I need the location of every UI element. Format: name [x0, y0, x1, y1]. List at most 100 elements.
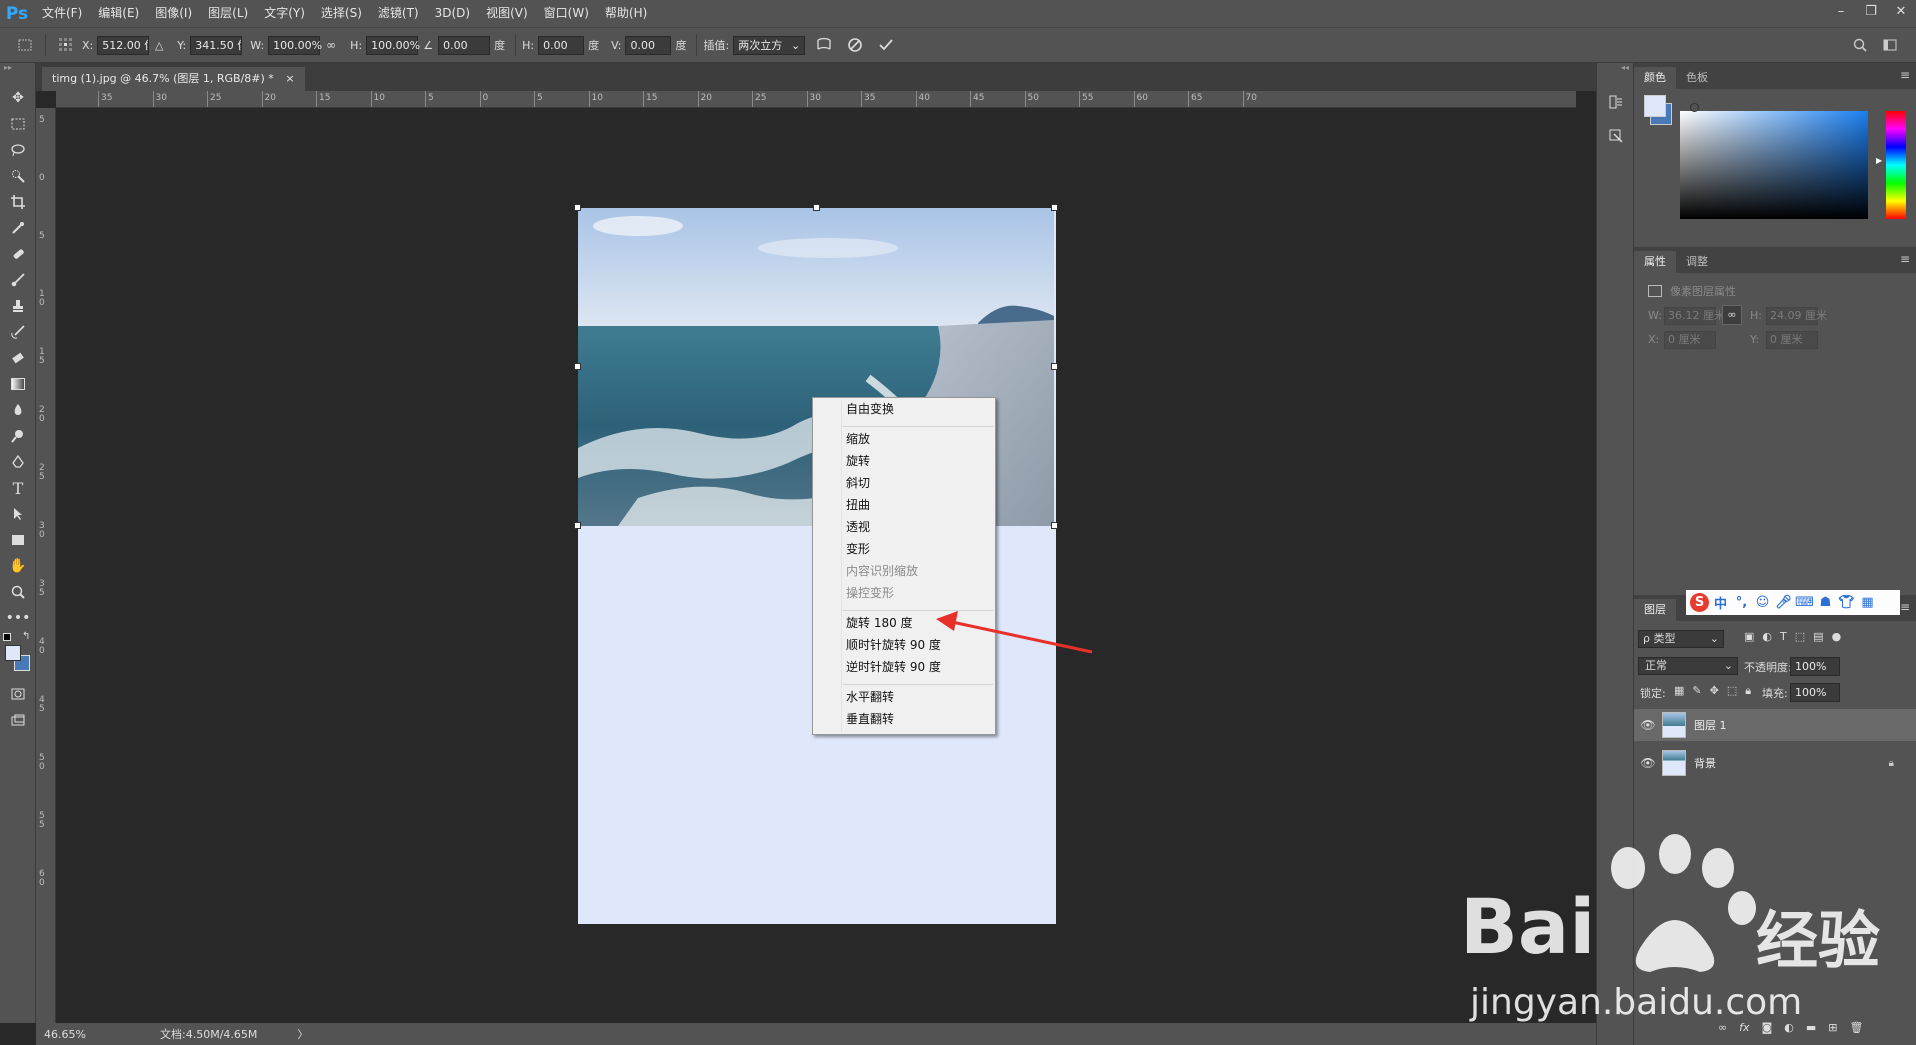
menu-image[interactable]: 图像(I)	[147, 0, 200, 27]
menu-help[interactable]: 帮助(H)	[597, 0, 655, 27]
sogou-logo-icon[interactable]: S	[1690, 593, 1709, 612]
blend-mode-select[interactable]: 正常 ⌄	[1638, 657, 1738, 675]
filter-pixel-icon[interactable]: ▣	[1744, 630, 1754, 643]
tab-swatches[interactable]: 色板	[1676, 67, 1718, 89]
delta-icon[interactable]: △	[152, 34, 166, 56]
marquee-tool-icon[interactable]	[0, 111, 36, 137]
interp-select[interactable]: 两次立方 ⌄	[733, 35, 806, 55]
filter-type-icon[interactable]: T	[1780, 630, 1787, 643]
props-w-field[interactable]: 36.12 厘米	[1664, 307, 1725, 325]
move-tool-icon[interactable]: ✥	[0, 85, 36, 111]
healing-brush-icon[interactable]	[0, 241, 36, 267]
menu-type[interactable]: 文字(Y)	[256, 0, 313, 27]
ime-language-toggle[interactable]: 中	[1711, 593, 1730, 612]
menu-filter[interactable]: 滤镜(T)	[370, 0, 427, 27]
panel-menu-icon[interactable]: ≡	[1900, 600, 1910, 614]
quick-select-icon[interactable]	[0, 163, 36, 189]
props-x-field[interactable]: 0 厘米	[1664, 331, 1716, 349]
more-tools-icon[interactable]: •••	[0, 605, 36, 631]
w-field[interactable]: 100.00%	[268, 35, 322, 55]
props-h-field[interactable]: 24.09 厘米	[1766, 307, 1827, 325]
dodge-tool-icon[interactable]	[0, 423, 36, 449]
visibility-eye-icon[interactable]: 👁︎	[1634, 756, 1662, 770]
microphone-icon[interactable]: 🎤︎	[1774, 593, 1793, 612]
tab-color[interactable]: 颜色	[1634, 67, 1676, 89]
menu-file[interactable]: 文件(F)	[34, 0, 90, 27]
swap-colors-icon[interactable]: ↰	[22, 631, 30, 642]
close-tab-icon[interactable]: ×	[285, 72, 294, 85]
layer-row[interactable]: 👁︎ 背景 🔒︎	[1634, 747, 1916, 779]
tab-properties[interactable]: 属性	[1634, 251, 1676, 273]
color-picker-field[interactable]	[1680, 111, 1868, 219]
opacity-field[interactable]: 100%	[1790, 657, 1840, 676]
menu-layer[interactable]: 图层(L)	[200, 0, 256, 27]
panel-fg-swatch[interactable]	[1644, 95, 1666, 117]
y-field[interactable]: 341.50 像素	[190, 35, 243, 55]
zoom-level[interactable]: 46.65%	[36, 1028, 116, 1041]
lock-pixels-icon[interactable]: ✎	[1692, 684, 1701, 698]
props-y-field[interactable]: 0 厘米	[1766, 331, 1818, 349]
layer-row[interactable]: 👁︎ 图层 1	[1634, 709, 1916, 741]
link-icon[interactable]: ∞	[323, 34, 339, 56]
minimize-icon[interactable]: –	[1826, 0, 1856, 24]
panel-menu-icon[interactable]: ≡	[1900, 252, 1910, 266]
tab-layers[interactable]: 图层	[1634, 599, 1676, 621]
punctuation-icon[interactable]: °,	[1732, 593, 1751, 612]
menu-edit[interactable]: 编辑(E)	[90, 0, 147, 27]
keyboard-icon[interactable]: ⌨	[1795, 593, 1814, 612]
gradient-tool-icon[interactable]	[0, 371, 36, 397]
skin-icon[interactable]: ☗	[1816, 593, 1835, 612]
filter-smart-icon[interactable]: ▤	[1813, 630, 1823, 643]
path-select-icon[interactable]	[0, 501, 36, 527]
screen-mode-icon[interactable]	[0, 707, 36, 733]
emoji-icon[interactable]: ☺	[1753, 593, 1772, 612]
properties-panel-icon[interactable]	[1597, 119, 1635, 153]
lasso-tool-icon[interactable]	[0, 137, 36, 163]
close-window-icon[interactable]: ✕	[1886, 0, 1916, 24]
vskew-field[interactable]: 0.00	[625, 35, 672, 55]
hskew-field[interactable]: 0.00	[538, 35, 585, 55]
cancel-transform-icon[interactable]	[844, 34, 866, 56]
workspace-icon[interactable]	[1879, 34, 1901, 56]
blur-tool-icon[interactable]	[0, 397, 36, 423]
history-panel-icon[interactable]	[1597, 85, 1635, 119]
warp-mode-icon[interactable]	[813, 34, 835, 56]
lock-position-icon[interactable]: ✥	[1710, 684, 1719, 698]
tab-adjustments[interactable]: 调整	[1676, 251, 1718, 273]
menu-3d[interactable]: 3D(D)	[427, 0, 478, 27]
document-tab[interactable]: timg (1).jpg @ 46.7% (图层 1, RGB/8#) * ×	[42, 67, 305, 91]
filter-adjustment-icon[interactable]: ◐	[1762, 630, 1772, 643]
fill-field[interactable]: 100%	[1790, 683, 1840, 702]
status-arrow-icon[interactable]: 〉	[297, 1026, 308, 1042]
restore-icon[interactable]: ❐	[1856, 0, 1886, 24]
lock-all-icon[interactable]: 🔒︎	[1745, 684, 1751, 698]
layer-filter-select[interactable]: ρ 类型 ⌄	[1638, 630, 1724, 648]
crop-tool-icon[interactable]	[0, 189, 36, 215]
eraser-tool-icon[interactable]	[0, 345, 36, 371]
menu-window[interactable]: 窗口(W)	[536, 0, 597, 27]
clone-stamp-icon[interactable]	[0, 293, 36, 319]
filter-toggle-icon[interactable]: ●	[1832, 630, 1842, 643]
panel-menu-icon[interactable]: ≡	[1900, 68, 1910, 82]
reference-point-icon[interactable]	[55, 34, 77, 56]
type-tool-icon[interactable]: T	[0, 475, 36, 501]
h-field[interactable]: 100.00%	[366, 35, 420, 55]
rectangle-tool-icon[interactable]	[0, 527, 36, 553]
search-icon[interactable]	[1849, 34, 1871, 56]
brush-tool-icon[interactable]	[0, 267, 36, 293]
hue-slider[interactable]	[1886, 111, 1906, 219]
commit-transform-icon[interactable]	[875, 34, 897, 56]
lock-transparent-icon[interactable]: ▦	[1674, 684, 1684, 698]
pen-tool-icon[interactable]	[0, 449, 36, 475]
collapse-icon[interactable]: ▸▸	[0, 63, 35, 85]
link-dimensions-icon[interactable]: ∞	[1722, 305, 1742, 325]
zoom-tool-icon[interactable]	[0, 579, 36, 605]
visibility-eye-icon[interactable]: 👁︎	[1634, 718, 1662, 732]
history-brush-icon[interactable]	[0, 319, 36, 345]
menu-select[interactable]: 选择(S)	[313, 0, 370, 27]
foreground-color-swatch[interactable]	[5, 645, 21, 661]
menu-view[interactable]: 视图(V)	[478, 0, 536, 27]
shirt-icon[interactable]: 👕︎	[1837, 593, 1856, 612]
hand-tool-icon[interactable]: ✋	[0, 553, 36, 579]
x-field[interactable]: 512.00 像素	[97, 35, 150, 55]
